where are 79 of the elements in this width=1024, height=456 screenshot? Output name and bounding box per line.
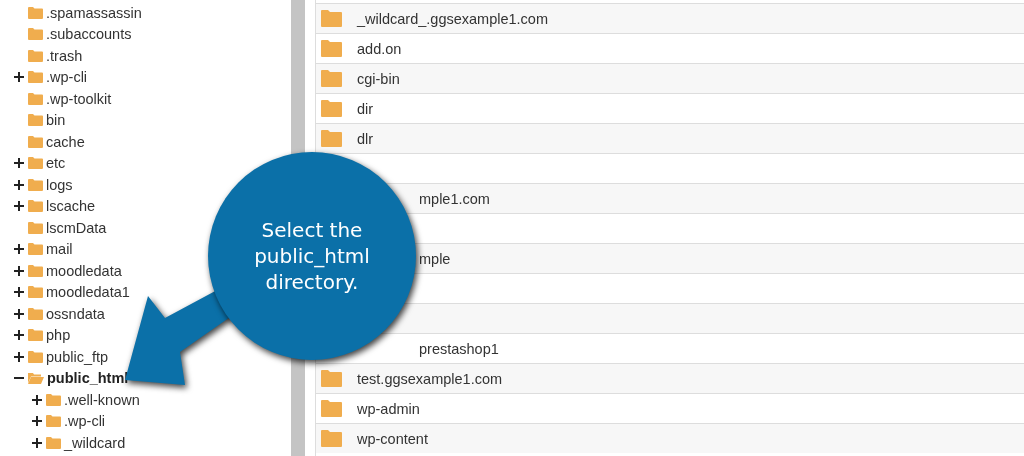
folder-item[interactable]: cache [46,133,85,150]
plus-icon[interactable] [32,394,42,405]
folder-icon [28,135,43,148]
folder-item[interactable]: .spamassassin [46,4,142,21]
plus-icon[interactable] [14,351,24,362]
plus-icon[interactable] [14,201,24,212]
plus-icon[interactable] [14,72,24,83]
plus-icon[interactable] [14,244,24,255]
file-name[interactable]: test.ggsexample1.com [357,370,503,387]
folder-item[interactable]: _wildcard [64,434,126,451]
file-name[interactable]: dlr [357,130,374,147]
folder-item[interactable]: moodledata [46,262,122,279]
plus-icon[interactable] [14,265,24,276]
folder-item[interactable]: etc [46,155,66,172]
file-name[interactable]: cgi-bin [357,70,400,87]
folder-item[interactable]: ossndata [46,305,105,322]
folder-icon [46,415,61,428]
file-row[interactable]: dlr [316,123,1024,153]
folder-item[interactable]: .wp-cli [64,413,106,430]
file-row[interactable]: wp-content [316,423,1024,453]
folder-icon [46,436,61,449]
file-row[interactable]: test.ggsexample1.com [316,363,1024,393]
folder-item[interactable]: .trash [46,47,83,64]
file-name[interactable]: dir [357,100,374,117]
folder-item[interactable]: mail [46,241,73,258]
folder-icon [321,10,342,27]
file-row[interactable]: cgi-bin [316,63,1024,93]
folder-icon [321,370,342,387]
plus-icon[interactable] [32,416,42,427]
file-name[interactable]: wp-content [357,430,428,447]
folder-item[interactable]: public_html [47,370,129,387]
folder-icon [28,307,43,320]
folder-icon [321,70,342,87]
folder-item[interactable]: php [46,327,71,344]
folder-icon [28,286,43,299]
folder-icon [28,157,43,170]
folder-icon [28,243,43,256]
plus-icon[interactable] [14,287,24,298]
folder-icon [28,200,43,213]
folder-icon [321,100,342,117]
folder-icon [28,350,43,363]
file-name[interactable]: _wildcard_.ggsexample1.com [357,10,548,27]
folder-icon [321,130,342,147]
folder-item[interactable]: .well-known [64,391,140,408]
folder-item[interactable]: logs [46,176,73,193]
file-name[interactable]: mple [419,250,451,267]
folder-icon [28,92,43,105]
plus-icon[interactable] [14,308,24,319]
folder-icon [46,393,61,406]
folder-icon [321,40,342,57]
folder-icon [28,6,43,19]
folder-item[interactable]: bin [46,112,66,129]
folder-item[interactable]: .wp-toolkit [46,90,112,107]
open-folder-icon [28,372,44,385]
plus-icon[interactable] [14,158,24,169]
folder-icon [28,49,43,62]
file-name[interactable]: wp-admin [357,400,420,417]
plus-icon[interactable] [32,437,42,448]
file-row[interactable]: _wildcard_.ggsexample1.com [316,3,1024,33]
file-name[interactable]: mple1.com [419,190,490,207]
folder-item[interactable]: lscache [46,198,96,215]
folder-item[interactable]: .subaccounts [46,26,132,43]
folder-icon [28,221,43,234]
file-name[interactable]: add.on [357,40,402,57]
folder-item[interactable]: public_ftp [46,348,109,365]
folder-icon [321,400,342,417]
folder-icon [28,329,43,342]
folder-icon [321,430,342,447]
folder-item[interactable]: lscmData [46,219,107,236]
folder-icon [28,28,43,41]
plus-icon[interactable] [14,330,24,341]
folder-item[interactable]: moodledata1 [46,284,130,301]
folder-icon [28,264,43,277]
folder-icon [28,71,43,84]
plus-icon[interactable] [14,179,24,190]
folder-icon [28,178,43,191]
folder-icon [28,114,43,127]
file-name[interactable]: prestashop1 [419,340,499,357]
folder-item[interactable]: .wp-cli [46,69,88,86]
